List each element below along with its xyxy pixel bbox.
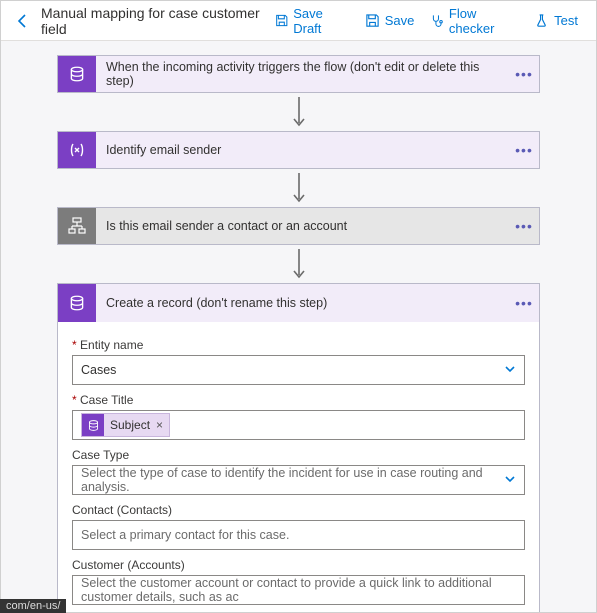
case-type-label: Case Type [72, 448, 525, 465]
variable-icon [58, 132, 96, 168]
flow-checker-button[interactable]: Flow checker [422, 2, 526, 40]
step-header[interactable]: Create a record (don't rename this step)… [58, 284, 539, 322]
database-icon [82, 414, 104, 436]
page-title: Manual mapping for case customer field [41, 5, 267, 37]
top-toolbar: Manual mapping for case customer field S… [1, 1, 596, 41]
step-menu[interactable]: ••• [509, 295, 539, 311]
chevron-down-icon [504, 473, 516, 488]
case-title-input[interactable]: Subject × [72, 410, 525, 440]
step-menu[interactable]: ••• [509, 142, 539, 158]
step-trigger[interactable]: When the incoming activity triggers the … [57, 55, 540, 93]
database-icon [58, 56, 96, 92]
flask-icon [534, 13, 549, 28]
contact-input[interactable]: Select a primary contact for this case. [72, 520, 525, 550]
token-remove[interactable]: × [156, 418, 163, 432]
contact-label: Contact (Contacts) [72, 503, 525, 520]
customer-accounts-input[interactable]: Select the customer account or contact t… [72, 575, 525, 605]
step-identify-sender[interactable]: Identify email sender ••• [57, 131, 540, 169]
flow-arrow [57, 93, 540, 131]
flow-arrow [57, 245, 540, 283]
step-menu[interactable]: ••• [509, 66, 539, 82]
back-button[interactable] [11, 9, 35, 33]
stethoscope-icon [430, 13, 444, 28]
step-label: When the incoming activity triggers the … [96, 60, 509, 88]
save-button[interactable]: Save [357, 9, 423, 32]
flow-arrow [57, 169, 540, 207]
test-button[interactable]: Test [526, 9, 586, 32]
step-label: Is this email sender a contact or an acc… [96, 219, 509, 233]
save-draft-button[interactable]: Save Draft [267, 2, 357, 40]
database-icon [58, 284, 96, 322]
save-icon [365, 13, 380, 28]
condition-icon [58, 208, 96, 244]
step-create-record: Create a record (don't rename this step)… [57, 283, 540, 612]
chevron-down-icon [504, 363, 516, 378]
save-draft-icon [275, 13, 289, 28]
step-body: Entity name Cases Case Title Subject × [58, 322, 539, 612]
customer-accounts-label: Customer (Accounts) [72, 558, 525, 575]
entity-name-label: Entity name [72, 338, 525, 355]
case-title-label: Case Title [72, 393, 525, 410]
step-condition[interactable]: Is this email sender a contact or an acc… [57, 207, 540, 245]
step-menu[interactable]: ••• [509, 218, 539, 234]
step-label: Create a record (don't rename this step) [96, 296, 509, 310]
step-label: Identify email sender [96, 143, 509, 157]
case-type-select[interactable]: Select the type of case to identify the … [72, 465, 525, 495]
flow-canvas: When the incoming activity triggers the … [1, 41, 596, 612]
entity-name-select[interactable]: Cases [72, 355, 525, 385]
status-bar: com/en-us/ [0, 599, 66, 613]
dynamic-token-subject[interactable]: Subject × [81, 413, 170, 437]
